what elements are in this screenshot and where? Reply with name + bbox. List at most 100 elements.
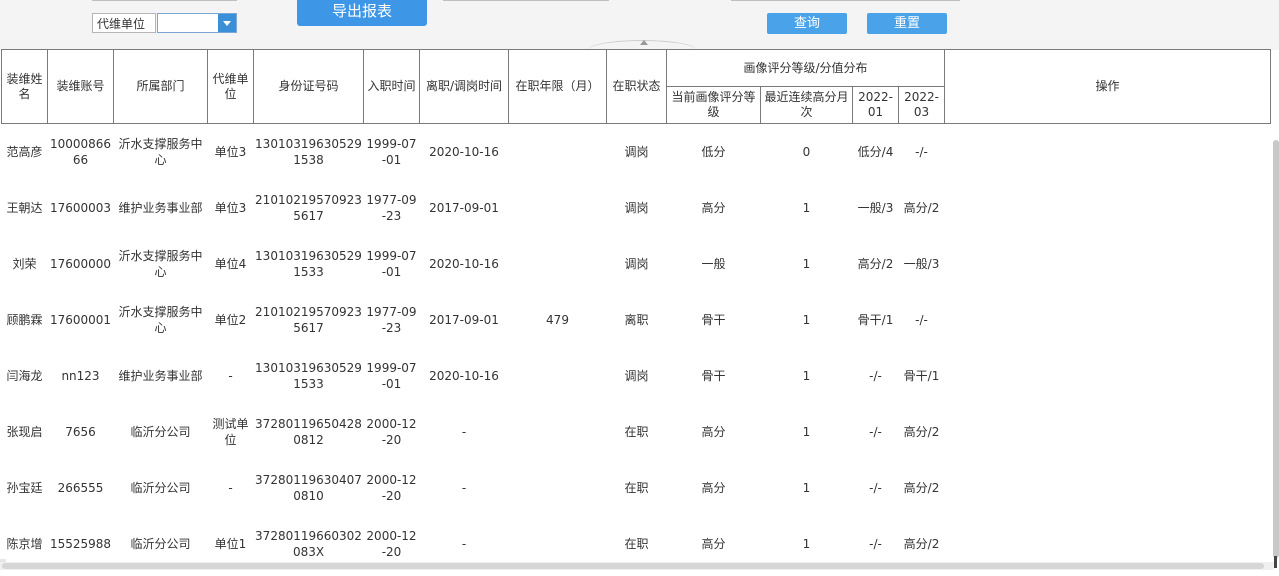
cell-current: 低分 — [701, 145, 726, 159]
table-row[interactable]: 闫海龙 nn123 维护业务事业部 - 130103196305291533 1999-0… — [2, 348, 1271, 404]
cell-tenure — [509, 236, 607, 292]
cell-account: nn123 — [61, 369, 100, 383]
cell-leave: 2020-10-16 — [429, 257, 499, 271]
table-row[interactable]: 王朝达 17600003 维护业务事业部 单位3 210102195709235617 1… — [2, 180, 1271, 236]
cell-join: 2000-12-20 — [366, 473, 417, 503]
cell-status: 在职 — [624, 481, 649, 495]
cell-m2: 高分/2 — [903, 201, 940, 215]
input-underline — [443, 0, 609, 1]
cell-status: 在职 — [624, 425, 649, 439]
cell-unit: 单位3 — [214, 201, 247, 215]
input-underline — [731, 0, 960, 1]
cell-m1: 骨干/1 — [857, 313, 894, 327]
cell-ops[interactable] — [945, 404, 1271, 460]
cell-current: 高分 — [701, 481, 726, 495]
cell-recent: 1 — [802, 313, 811, 327]
cell-dept: 临沂分公司 — [130, 425, 191, 439]
cell-ops[interactable] — [945, 292, 1271, 348]
cell-tenure: 479 — [546, 313, 569, 327]
table-row[interactable]: 顾鹏霖 17600001 沂水支撑服务中心 单位2 210102195709235617… — [2, 292, 1271, 348]
cell-leave: 2020-10-16 — [429, 145, 499, 159]
table-row[interactable]: 张现启 7656 临沂分公司 测试单位 372801196504280812 2000-1… — [2, 404, 1271, 460]
query-button[interactable]: 查询 — [767, 13, 847, 34]
header-month-2: 2022-03 — [897, 86, 946, 124]
cell-status: 调岗 — [624, 201, 649, 215]
cell-dept: 临沂分公司 — [130, 481, 191, 495]
cell-tenure — [509, 180, 607, 236]
horizontal-scrollbar[interactable] — [0, 562, 1274, 570]
cell-ops[interactable] — [945, 180, 1271, 236]
cell-current: 一般 — [701, 257, 726, 271]
cell-ops[interactable] — [945, 124, 1271, 181]
cell-account: 266555 — [57, 481, 104, 495]
cell-unit: 单位4 — [214, 257, 247, 271]
unit-filter-select[interactable] — [157, 13, 237, 33]
cell-id: 210102195709235617 — [255, 193, 362, 223]
cell-m2: -/- — [915, 145, 928, 159]
cell-id: 130103196305291538 — [255, 137, 362, 167]
header-join: 入职时间 — [363, 49, 420, 124]
cell-dept: 维护业务事业部 — [118, 201, 203, 215]
cell-recent: 1 — [802, 481, 811, 495]
cell-tenure — [509, 124, 607, 181]
cell-ops[interactable] — [945, 460, 1271, 516]
cell-unit: 测试单位 — [212, 417, 249, 447]
scrollbar-corner — [1274, 556, 1277, 568]
chevron-down-icon[interactable] — [218, 14, 236, 32]
cell-leave: - — [461, 481, 467, 495]
cell-status: 离职 — [624, 313, 649, 327]
cell-status: 调岗 — [624, 257, 649, 271]
header-score-group: 画像评分等级/分值分布 — [665, 49, 946, 87]
cell-current: 骨干 — [701, 313, 726, 327]
cell-recent: 1 — [802, 369, 811, 383]
header-month-1: 2022-01 — [852, 86, 899, 124]
cell-leave: 2017-09-01 — [429, 201, 499, 215]
horizontal-scrollbar-thumb[interactable] — [2, 563, 1264, 569]
cell-name: 王朝达 — [6, 201, 43, 215]
cell-m1: 低分/4 — [857, 145, 894, 159]
cell-id: 372801196504280812 — [255, 417, 362, 447]
cell-join: 1999-07-01 — [366, 361, 417, 391]
cell-unit: 单位2 — [214, 313, 247, 327]
reset-button[interactable]: 重置 — [867, 13, 947, 34]
table-row[interactable]: 刘荣 17600000 沂水支撑服务中心 单位4 130103196305291533 1… — [2, 236, 1271, 292]
cell-unit: 单位3 — [214, 145, 247, 159]
cell-ops[interactable] — [945, 236, 1271, 292]
header-status: 在职状态 — [606, 49, 667, 124]
cell-current: 高分 — [701, 201, 726, 215]
vertical-scrollbar[interactable] — [1273, 140, 1279, 558]
cell-name: 孙宝廷 — [6, 481, 43, 495]
cell-tenure — [509, 404, 607, 460]
cell-join: 1999-07-01 — [366, 249, 417, 279]
filter-toolbar: 代维单位 导出报表 查询 重置 — [0, 0, 1279, 50]
header-id: 身份证号码 — [253, 49, 364, 124]
cell-dept: 沂水支撑服务中心 — [118, 249, 203, 279]
cell-name: 闫海龙 — [6, 369, 43, 383]
cell-dept: 沂水支撑服务中心 — [118, 305, 203, 335]
header-ops: 操作 — [944, 49, 1272, 124]
table-row[interactable]: 范高彦 1000086666 沂水支撑服务中心 单位3 1301031963052915… — [2, 124, 1271, 181]
header-unit: 代维单位 — [207, 49, 254, 124]
cell-recent: 1 — [802, 201, 811, 215]
cell-m1: -/- — [869, 481, 882, 495]
export-report-button[interactable]: 导出报表 — [297, 0, 427, 26]
cell-account: 17600003 — [49, 201, 112, 215]
unit-filter-label: 代维单位 — [92, 13, 156, 33]
cell-m2: 高分/2 — [903, 425, 940, 439]
cell-account: 7656 — [65, 425, 96, 439]
header-recent: 最近连续高分月次 — [760, 86, 853, 124]
table-row[interactable]: 孙宝廷 266555 临沂分公司 - 372801196304070810 2000-12… — [2, 460, 1271, 516]
cell-status: 调岗 — [624, 369, 649, 383]
collapse-arrow-icon[interactable] — [640, 40, 648, 45]
cell-name: 顾鹏霖 — [6, 313, 43, 327]
cell-m1: -/- — [869, 369, 882, 383]
cell-m2: -/- — [915, 313, 928, 327]
cell-m1: -/- — [869, 425, 882, 439]
cell-ops[interactable] — [945, 348, 1271, 404]
cell-m2: 骨干/1 — [903, 369, 940, 383]
cell-join: 1977-09-23 — [366, 305, 417, 335]
header-name: 装维姓名 — [1, 49, 48, 124]
cell-m2: 高分/2 — [903, 481, 940, 495]
cell-current: 骨干 — [701, 369, 726, 383]
cell-unit: - — [228, 369, 233, 383]
